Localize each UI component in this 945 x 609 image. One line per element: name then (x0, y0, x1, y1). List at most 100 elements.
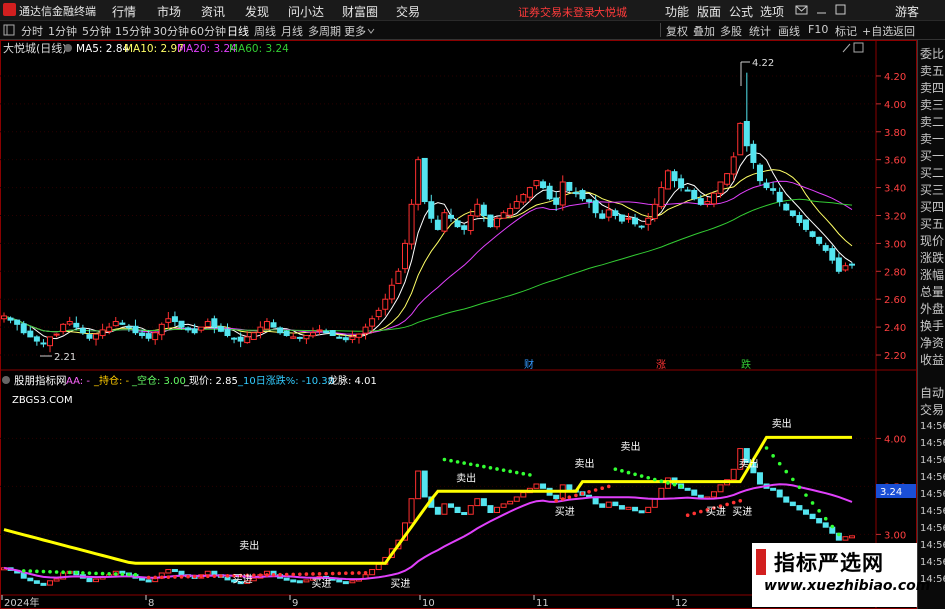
tf-5min[interactable]: 5分钟 (82, 23, 111, 39)
tf-1min[interactable]: 1分钟 (48, 23, 77, 39)
function-button[interactable]: 功能 (665, 3, 689, 20)
menu-discover[interactable]: 发现 (245, 3, 269, 20)
side-panel-item[interactable]: 卖一 (920, 131, 944, 147)
tf-15min[interactable]: 15分钟 (115, 23, 151, 39)
multi-stock-button[interactable]: 多股 (720, 23, 742, 39)
add-watchlist-button[interactable]: +自选 (862, 23, 893, 39)
adjust-button[interactable]: 复权 (666, 23, 688, 39)
side-panel-item[interactable]: 卖四 (920, 80, 944, 96)
side-panel-item[interactable]: 收益 (920, 352, 944, 368)
side-panel-item[interactable]: 净资 (920, 335, 944, 351)
side-panel-item[interactable]: 委比 (920, 46, 944, 62)
menu-market[interactable]: 市场 (157, 3, 181, 20)
candle-body (632, 217, 639, 225)
side-panel-item[interactable]: 涨跌 (920, 250, 944, 266)
candle-body (119, 322, 126, 325)
draw-pen-icon[interactable] (842, 43, 851, 53)
event-tag-finance[interactable]: 财 (524, 358, 534, 371)
signal-dot (521, 471, 526, 476)
chevron-down-icon[interactable] (367, 27, 375, 35)
f10-button[interactable]: F10 (808, 23, 828, 36)
side-panel-item[interactable]: 买一 (920, 148, 944, 164)
indicator-candle (487, 505, 494, 514)
layout-button[interactable]: 版面 (697, 3, 721, 20)
side-panel-auto-item[interactable]: 自动 (920, 385, 944, 401)
tf-60min[interactable]: 60分钟 (190, 23, 226, 39)
side-panel-item[interactable]: 卖三 (920, 97, 944, 113)
mark-button[interactable]: 标记 (835, 23, 857, 39)
settings-gear-icon[interactable] (64, 44, 72, 52)
y-tick-label: 3.00 (884, 239, 906, 250)
stats-button[interactable]: 统计 (749, 23, 771, 39)
side-panel-item[interactable]: 换手 (920, 318, 944, 334)
menu-ask-xiaoda[interactable]: 问小达 (288, 3, 324, 20)
side-panel-item[interactable]: 买四 (920, 199, 944, 215)
side-panel-item[interactable]: 现价 (920, 233, 944, 249)
tf-daily[interactable]: 日线 (227, 23, 249, 39)
event-tag-fall[interactable]: 跌 (741, 358, 751, 371)
signal-dot (133, 572, 138, 577)
signal-dot (173, 575, 177, 579)
side-panel-item[interactable]: 卖五 (920, 63, 944, 79)
back-button[interactable]: 返回 (893, 23, 915, 39)
signal-dot (357, 571, 361, 575)
signal-dot (475, 463, 480, 468)
candle-body (474, 203, 481, 217)
chart-toolbar: 分时 1分钟 5分钟 15分钟 30分钟 60分钟 日线 周线 月线 多周期 更… (0, 21, 945, 40)
ma10-legend: MA10: 2.97 (124, 43, 184, 55)
y-tick-label: 2.80 (884, 267, 906, 278)
tf-weekly[interactable]: 周线 (254, 23, 276, 39)
candle-body (500, 212, 507, 219)
x-label-oct: 10 (422, 598, 435, 609)
buy-signal-label: 买进 (233, 573, 253, 585)
candle-body (448, 214, 455, 219)
tf-30min[interactable]: 30分钟 (153, 23, 189, 39)
signal-dot (81, 571, 85, 575)
candle-body (566, 181, 573, 191)
side-panel-item[interactable]: 总量 (920, 284, 944, 300)
side-panel-item[interactable]: 卖二 (920, 114, 944, 130)
tf-monthly[interactable]: 月线 (281, 23, 303, 39)
indicator-candle (303, 579, 310, 583)
guest-label[interactable]: 游客 (895, 3, 919, 20)
signal-dot (21, 569, 26, 573)
indicator-candle (730, 468, 737, 481)
login-warning[interactable]: 证券交易未登录 (518, 4, 595, 20)
indicator-candle (421, 470, 428, 498)
draw-line-button[interactable]: 画线 (778, 23, 800, 39)
tf-more[interactable]: 更多 (344, 23, 366, 39)
indicator-candle (756, 472, 763, 485)
signal-dot (186, 574, 190, 579)
menu-market-quotes[interactable]: 行情 (112, 3, 136, 20)
menu-trade[interactable]: 交易 (396, 3, 420, 20)
candle-body (165, 318, 172, 323)
tf-multi-period[interactable]: 多周期 (308, 23, 341, 39)
side-panel-item[interactable]: 涨幅 (920, 267, 944, 283)
formula-button[interactable]: 公式 (729, 3, 753, 20)
indicator-settings-icon[interactable] (2, 376, 10, 384)
sidebar-toggle-icon[interactable] (3, 24, 15, 36)
indicator-candle (796, 505, 803, 511)
signal-dot (212, 574, 217, 578)
side-panel-item[interactable]: 买三 (920, 182, 944, 198)
indicator-candle (605, 501, 612, 508)
maximize-pane-icon[interactable] (853, 42, 864, 53)
side-panel-auto-item[interactable]: 交易 (920, 402, 944, 418)
side-panel-item[interactable]: 买五 (920, 216, 944, 232)
candle-body (355, 333, 362, 338)
menu-wealth-circle[interactable]: 财富圈 (342, 3, 378, 20)
candle-body (612, 210, 619, 216)
chart-border (0, 40, 917, 609)
side-panel-item[interactable]: 外盘 (920, 301, 944, 317)
indicator-candle (375, 563, 382, 571)
chart-canvas[interactable]: 4.20 4.00 3.80 3.60 3.40 3.20 3.00 2.80 2.60 2.40… (0, 40, 917, 609)
tf-intraday[interactable]: 分时 (21, 23, 43, 39)
event-tag-rise[interactable]: 涨 (656, 359, 666, 371)
side-panel-item[interactable]: 买二 (920, 165, 944, 181)
overlay-button[interactable]: 叠加 (693, 23, 715, 39)
options-button[interactable]: 选项 (760, 3, 784, 20)
candle-body (73, 322, 80, 328)
signal-dot (725, 502, 729, 507)
maximize-icon[interactable] (835, 4, 846, 15)
menu-news[interactable]: 资讯 (201, 3, 225, 20)
